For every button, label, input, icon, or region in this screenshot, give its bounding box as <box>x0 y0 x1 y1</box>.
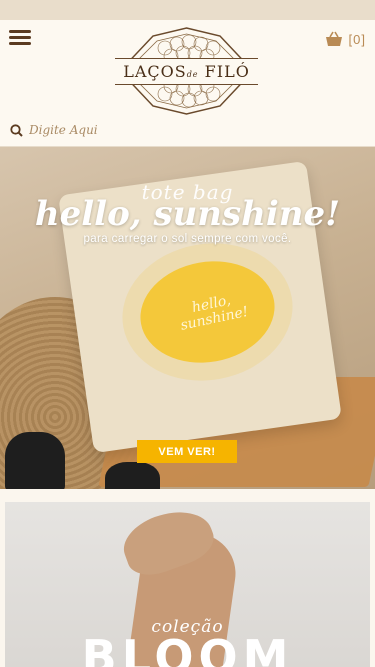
section-spacer <box>0 489 375 502</box>
logo-word-1: LAÇOS <box>123 61 187 81</box>
collection-title: BLOOM <box>81 630 294 667</box>
search-input[interactable] <box>29 123 229 137</box>
cart-button[interactable]: [0] <box>325 30 366 48</box>
hero-cta-button[interactable]: VEM VER! <box>137 440 237 463</box>
menu-icon-bar <box>9 42 31 45</box>
logo-word-2: FILÓ <box>204 61 250 81</box>
logo-wordmark: LAÇOSde FILÓ <box>115 26 258 116</box>
top-strip <box>0 0 375 20</box>
menu-icon-bar <box>9 36 31 39</box>
hero-subtitle: para carregar o sol sempre com você. <box>83 233 292 245</box>
hero-headline: hello, sunshine! <box>34 194 341 234</box>
hero-sneaker-image <box>5 432 65 489</box>
search-icon[interactable] <box>10 123 23 137</box>
cart-basket-icon <box>325 31 342 46</box>
menu-icon[interactable] <box>9 30 31 46</box>
brand-logo[interactable]: LAÇOSde FILÓ <box>115 26 258 116</box>
site-header: LAÇOSde FILÓ [0] <box>0 20 375 147</box>
cart-count: [0] <box>348 31 366 47</box>
search-bar[interactable] <box>10 121 260 139</box>
collection-banner[interactable]: coleção BLOOM <box>5 502 370 667</box>
hero-banner[interactable]: hello, sunshine! tote bag hello, sunshin… <box>0 147 375 489</box>
hero-sneaker-image-2 <box>105 462 160 489</box>
logo-connector: de <box>186 69 199 79</box>
menu-icon-bar <box>9 30 31 33</box>
logo-word: LAÇOSde FILÓ <box>115 57 258 85</box>
